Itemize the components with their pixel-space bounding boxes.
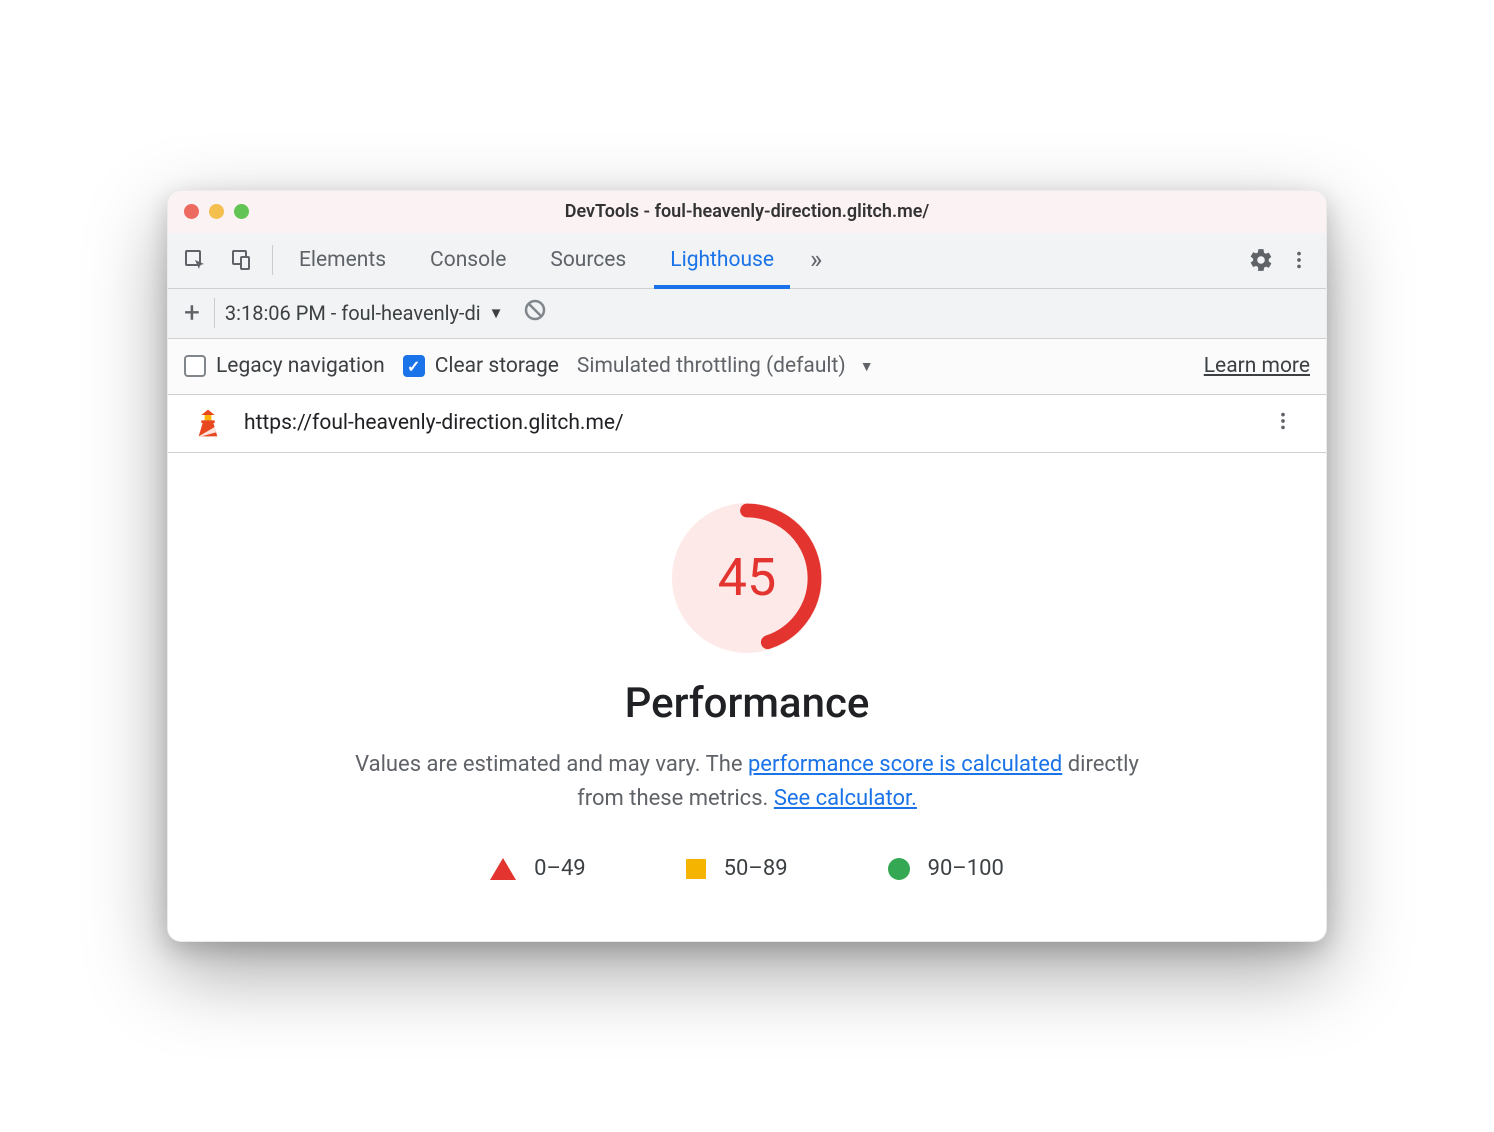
legend-avg-label: 50–89: [724, 856, 788, 881]
tab-console[interactable]: Console: [408, 233, 528, 288]
close-icon[interactable]: [184, 204, 199, 219]
checkbox-checked-icon: ✓: [403, 355, 425, 377]
devtools-window: DevTools - foul-heavenly-direction.glitc…: [167, 190, 1327, 942]
clear-storage-label: Clear storage: [435, 354, 559, 378]
report-url: https://foul-heavenly-direction.glitch.m…: [244, 411, 1244, 435]
devtools-tabs: Elements Console Sources Lighthouse »: [277, 233, 836, 288]
report-title: Performance: [208, 679, 1286, 728]
separator: [272, 245, 273, 275]
traffic-lights: [184, 204, 249, 219]
learn-more-link[interactable]: Learn more: [1204, 354, 1310, 378]
lighthouse-options-bar: Legacy navigation ✓ Clear storage Simula…: [168, 339, 1326, 395]
square-icon: [686, 859, 706, 879]
clear-run-icon[interactable]: [523, 298, 547, 328]
lighthouse-icon: [192, 407, 224, 439]
throttling-select[interactable]: Simulated throttling (default) ▼: [577, 354, 874, 378]
tab-elements[interactable]: Elements: [277, 233, 408, 288]
legend-fail: 0–49: [490, 856, 586, 881]
legend-pass: 90–100: [888, 856, 1004, 881]
more-tabs-icon[interactable]: »: [796, 233, 836, 288]
perf-score-link[interactable]: performance score is calculated: [748, 752, 1062, 777]
maximize-icon[interactable]: [234, 204, 249, 219]
throttling-label: Simulated throttling (default): [577, 354, 846, 378]
legend-fail-label: 0–49: [534, 856, 586, 881]
inspect-element-icon[interactable]: [180, 245, 210, 275]
triangle-icon: [490, 858, 516, 880]
separator: [214, 298, 215, 328]
legacy-navigation-label: Legacy navigation: [216, 354, 385, 378]
run-select-label: 3:18:06 PM - foul-heavenly-di: [225, 301, 481, 325]
report-menu-icon[interactable]: [1264, 410, 1302, 436]
titlebar: DevTools - foul-heavenly-direction.glitc…: [168, 191, 1326, 233]
gear-icon[interactable]: [1246, 245, 1276, 275]
device-toolbar-icon[interactable]: [226, 245, 256, 275]
minimize-icon[interactable]: [209, 204, 224, 219]
legend-average: 50–89: [686, 856, 788, 881]
see-calculator-link[interactable]: See calculator.: [774, 786, 917, 811]
chevron-down-icon: ▼: [489, 304, 504, 322]
legacy-navigation-checkbox[interactable]: Legacy navigation: [184, 354, 385, 378]
window-title: DevTools - foul-heavenly-direction.glitc…: [168, 201, 1326, 222]
report-desc-text: Values are estimated and may vary. The: [355, 752, 748, 777]
lighthouse-runs-bar: + 3:18:06 PM - foul-heavenly-di ▼: [168, 289, 1326, 339]
performance-score: 45: [672, 503, 822, 653]
tab-sources[interactable]: Sources: [528, 233, 648, 288]
clear-storage-checkbox[interactable]: ✓ Clear storage: [403, 354, 559, 378]
kebab-menu-icon[interactable]: [1284, 245, 1314, 275]
score-legend: 0–49 50–89 90–100: [208, 856, 1286, 881]
performance-gauge[interactable]: 45: [672, 503, 822, 653]
report-description: Values are estimated and may vary. The p…: [337, 748, 1157, 816]
checkbox-icon: [184, 355, 206, 377]
legend-pass-label: 90–100: [928, 856, 1004, 881]
new-run-button[interactable]: +: [180, 299, 204, 327]
tab-lighthouse[interactable]: Lighthouse: [648, 233, 796, 288]
circle-icon: [888, 858, 910, 880]
lighthouse-url-bar: https://foul-heavenly-direction.glitch.m…: [168, 395, 1326, 453]
lighthouse-report: 45 Performance Values are estimated and …: [168, 453, 1326, 941]
devtools-tabs-bar: Elements Console Sources Lighthouse »: [168, 233, 1326, 289]
chevron-down-icon: ▼: [860, 358, 874, 375]
run-select[interactable]: 3:18:06 PM - foul-heavenly-di ▼: [225, 301, 504, 325]
